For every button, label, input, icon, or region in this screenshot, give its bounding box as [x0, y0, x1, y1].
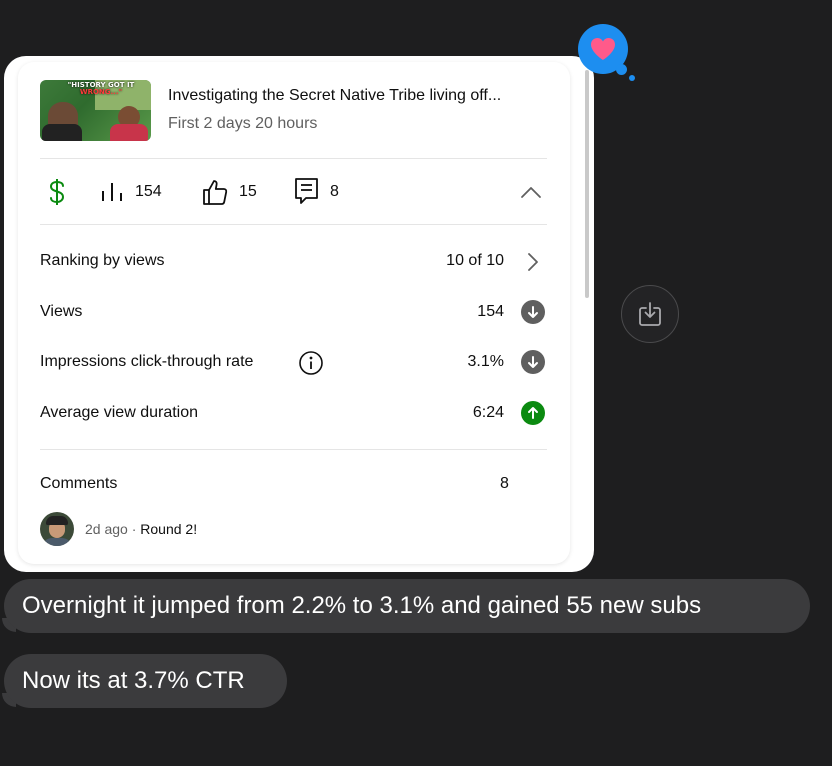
ranking-label: Ranking by views: [40, 252, 165, 269]
ranking-value: 10 of 10: [446, 252, 504, 269]
collapse-button[interactable]: [520, 176, 542, 208]
ctr-label: Impressions click-through rate: [40, 353, 254, 370]
messages-screen: "HISTORY GOT IT WRONG..." Investigating …: [0, 0, 832, 766]
thumbnail-caption: "HISTORY GOT IT WRONG...": [67, 81, 135, 96]
divider: [40, 224, 547, 225]
views-value: 154: [477, 303, 504, 320]
comment-icon: [295, 178, 318, 204]
card-scrollbar[interactable]: [585, 70, 589, 298]
comments-stat[interactable]: 8: [294, 176, 339, 208]
trend-down-icon: [521, 350, 545, 374]
divider: [40, 158, 547, 159]
trend-up-icon: [521, 401, 545, 425]
reaction-tail: [616, 64, 627, 75]
views-label: Views: [40, 303, 83, 320]
download-icon: [639, 302, 661, 326]
message-bubble[interactable]: Now its at 3.7% CTR: [4, 654, 287, 708]
comment-time: 2d ago: [85, 521, 128, 537]
save-image-button[interactable]: [621, 285, 679, 343]
bar-chart-icon: [102, 183, 122, 201]
video-thumbnail[interactable]: "HISTORY GOT IT WRONG...": [40, 80, 151, 141]
avatar[interactable]: [40, 512, 74, 546]
comments-count: 8: [330, 183, 339, 200]
revenue-stat[interactable]: [46, 176, 68, 208]
heart-icon: [591, 38, 615, 60]
likes-stat[interactable]: 15: [201, 176, 257, 208]
chevron-up-icon: [521, 187, 541, 198]
message-text: Overnight it jumped from 2.2% to 3.1% an…: [22, 592, 702, 619]
comments-label: Comments: [40, 475, 118, 492]
comment-text: Round 2!: [140, 521, 198, 537]
views-count: 154: [135, 183, 162, 200]
info-icon[interactable]: [298, 350, 324, 376]
chevron-right-icon[interactable]: [527, 252, 539, 272]
message-text: Now its at 3.7% CTR: [22, 667, 245, 694]
video-title[interactable]: Investigating the Secret Native Tribe li…: [168, 87, 501, 105]
avd-label: Average view duration: [40, 404, 199, 421]
message-bubble[interactable]: Overnight it jumped from 2.2% to 3.1% an…: [4, 579, 810, 633]
ctr-value: 3.1%: [467, 353, 504, 370]
divider: [40, 449, 547, 450]
trend-down-icon: [521, 300, 545, 324]
dollar-icon: [49, 179, 65, 205]
comments-total: 8: [500, 475, 509, 492]
views-stat[interactable]: 154: [101, 176, 162, 208]
likes-count: 15: [239, 183, 257, 200]
video-age: First 2 days 20 hours: [168, 115, 318, 132]
latest-comment[interactable]: 2d ago · Round 2!: [85, 521, 197, 537]
thumbs-up-icon: [203, 180, 228, 205]
avd-value: 6:24: [472, 404, 504, 421]
reaction-tail: [629, 75, 635, 81]
